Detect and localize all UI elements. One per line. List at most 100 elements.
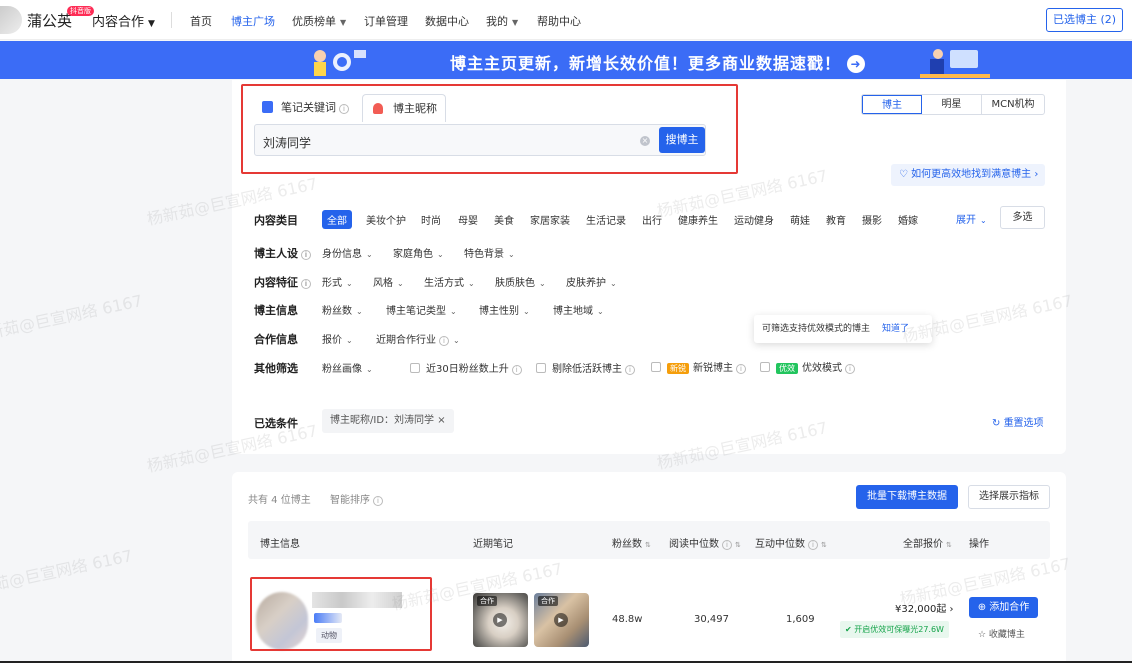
category-option[interactable]: 婚嫁: [898, 212, 918, 227]
info-dropdown[interactable]: 粉丝数 ⌄: [322, 302, 363, 317]
filter-label-category: 内容类目: [254, 214, 298, 227]
nav-data-center[interactable]: 数据中心: [425, 13, 469, 29]
category-option[interactable]: 全部: [322, 210, 352, 229]
nav-mine[interactable]: 我的 ▼: [486, 13, 518, 29]
sort-icon[interactable]: ⇅: [946, 541, 952, 549]
info-icon[interactable]: i: [511, 365, 522, 375]
category-option[interactable]: 家居家装: [530, 212, 570, 227]
fan-profile-dropdown[interactable]: 粉丝画像 ⌄: [322, 360, 373, 375]
note-thumbnail[interactable]: 合作 ▶: [473, 593, 528, 647]
feature-dropdown[interactable]: 肤质肤色 ⌄: [495, 274, 546, 289]
expand-button[interactable]: 展开 ⌄: [956, 211, 987, 226]
smart-sort[interactable]: 智能排序 i: [330, 491, 383, 506]
info-icon[interactable]: i: [301, 279, 311, 289]
watermark: 杨新茹@巨宣网络 6167: [0, 546, 135, 601]
checkbox-icon[interactable]: [760, 362, 770, 372]
favorite-blogger-button[interactable]: ☆ 收藏博主: [978, 627, 1025, 640]
category-option[interactable]: 时尚: [421, 212, 441, 227]
th-read-median[interactable]: 阅读中位数 i ⇅: [669, 535, 741, 550]
th-blogger-info: 博主信息: [260, 539, 300, 550]
category-option[interactable]: 健康养生: [678, 212, 718, 227]
category-option[interactable]: 运动健身: [734, 212, 774, 227]
nav-content-coop[interactable]: 内容合作 ▼: [92, 11, 155, 30]
category-option[interactable]: 美食: [494, 212, 514, 227]
help-find-blogger-link[interactable]: ♡ 如何更高效地找到满意博主 ›: [891, 164, 1045, 186]
note-thumbnail[interactable]: 合作 ▶: [534, 593, 589, 647]
selected-condition-chip[interactable]: 博主昵称/ID：刘涛同学 ×: [322, 409, 454, 433]
brand-name[interactable]: 蒲公英: [27, 10, 72, 31]
feature-dropdown[interactable]: 风格 ⌄: [373, 274, 404, 289]
tooltip-dismiss-link[interactable]: 知道了: [882, 324, 909, 334]
info-icon[interactable]: i: [808, 540, 818, 550]
coop-dropdown[interactable]: 报价 ⌄: [322, 331, 353, 346]
type-blogger[interactable]: 博主: [862, 95, 922, 114]
checkbox-quality-mode[interactable]: 优效 优效模式 i: [760, 359, 855, 374]
top-nav: 蒲公英 抖音版 内容合作 ▼ 首页 博主广场 优质榜单 ▼ 订单管理 数据中心 我的…: [0, 0, 1132, 40]
nav-home[interactable]: 首页: [190, 13, 212, 29]
nav-orders[interactable]: 订单管理: [364, 13, 408, 29]
info-icon[interactable]: i: [301, 250, 311, 260]
selected-bloggers-button[interactable]: 已选博主 (2): [1046, 8, 1123, 32]
feature-dropdown[interactable]: 形式 ⌄: [322, 274, 353, 289]
category-option[interactable]: 美妆个护: [366, 212, 406, 227]
chevron-down-icon: ▼: [148, 19, 155, 29]
category-option[interactable]: 摄影: [862, 212, 882, 227]
coop-tag: 合作: [538, 596, 558, 606]
category-option[interactable]: 教育: [826, 212, 846, 227]
category-option[interactable]: 出行: [642, 212, 662, 227]
chevron-down-icon: ▼: [340, 18, 347, 27]
batch-download-button[interactable]: 批量下载博主数据: [856, 485, 958, 509]
category-option[interactable]: 生活记录: [586, 212, 626, 227]
checkbox-icon[interactable]: [536, 363, 546, 373]
persona-dropdown[interactable]: 家庭角色 ⌄: [393, 245, 444, 260]
choose-metrics-button[interactable]: 选择展示指标: [968, 485, 1050, 509]
reset-options-button[interactable]: ↻ 重置选项: [992, 414, 1044, 429]
checkbox-icon[interactable]: [410, 363, 420, 373]
th-actions: 操作: [969, 539, 989, 550]
info-icon[interactable]: i: [625, 365, 635, 375]
type-mcn[interactable]: MCN机构: [982, 95, 1044, 114]
info-icon[interactable]: i: [736, 364, 746, 374]
sort-icon[interactable]: ⇅: [735, 541, 741, 549]
fans-value: 48.8w: [612, 614, 643, 625]
coop-dropdown[interactable]: 近期合作行业 i ⌄: [376, 331, 460, 346]
info-icon[interactable]: i: [373, 496, 383, 506]
checkbox-new-blogger[interactable]: 新锐 新锐博主 i: [651, 359, 746, 374]
info-dropdown[interactable]: 博主性别 ⌄: [479, 302, 530, 317]
type-star[interactable]: 明星: [922, 95, 982, 114]
watermark: 杨新茹@巨宣网络 6167: [0, 291, 145, 346]
th-price[interactable]: 全部报价 ⇅: [903, 535, 952, 550]
info-icon[interactable]: i: [845, 364, 855, 374]
nav-blogger-square[interactable]: 博主广场: [231, 13, 275, 29]
nav-help[interactable]: 帮助中心: [537, 13, 581, 29]
filter-label-other: 其他筛选: [254, 362, 298, 375]
sort-icon[interactable]: ⇅: [821, 541, 827, 549]
multi-select-button[interactable]: 多选: [1000, 206, 1045, 229]
add-coop-button[interactable]: ⊕ 添加合作: [969, 597, 1038, 618]
checkbox-icon[interactable]: [651, 362, 661, 372]
persona-dropdown[interactable]: 身份信息 ⌄: [322, 245, 373, 260]
banner-illustration-right: [920, 49, 990, 78]
info-dropdown[interactable]: 博主地域 ⌄: [553, 302, 604, 317]
shield-check-icon: ✔: [845, 625, 855, 634]
user-avatar[interactable]: [0, 6, 22, 34]
nav-quality-rank[interactable]: 优质榜单 ▼: [292, 13, 346, 29]
promo-banner[interactable]: 博主主页更新，新增长效价值！更多商业数据速戳！ ➜: [0, 41, 1132, 79]
price-value[interactable]: ¥32,000起 ›: [895, 600, 954, 615]
info-dropdown[interactable]: 博主笔记类型 ⌄: [386, 302, 457, 317]
checkbox-fans-rising[interactable]: 近30日粉丝数上升 i: [410, 360, 522, 375]
category-option[interactable]: 母婴: [458, 212, 478, 227]
category-option[interactable]: 萌娃: [790, 212, 810, 227]
th-fans[interactable]: 粉丝数 ⇅: [612, 535, 651, 550]
chevron-down-icon: ⌄: [366, 365, 373, 374]
checkbox-remove-inactive[interactable]: 剔除低活跃博主 i: [536, 360, 635, 375]
sort-icon[interactable]: ⇅: [645, 541, 651, 549]
th-interact-median[interactable]: 互动中位数 i ⇅: [755, 535, 827, 550]
info-icon[interactable]: i: [722, 540, 732, 550]
quality-exposure-badge: ✔ 开启优效可保曝光27.6W: [840, 621, 949, 638]
feature-dropdown[interactable]: 皮肤养护 ⌄: [566, 274, 617, 289]
info-icon[interactable]: i: [439, 336, 449, 346]
feature-dropdown[interactable]: 生活方式 ⌄: [424, 274, 475, 289]
persona-dropdown[interactable]: 特色背景 ⌄: [464, 245, 515, 260]
lightbulb-icon: ♡: [899, 169, 912, 180]
